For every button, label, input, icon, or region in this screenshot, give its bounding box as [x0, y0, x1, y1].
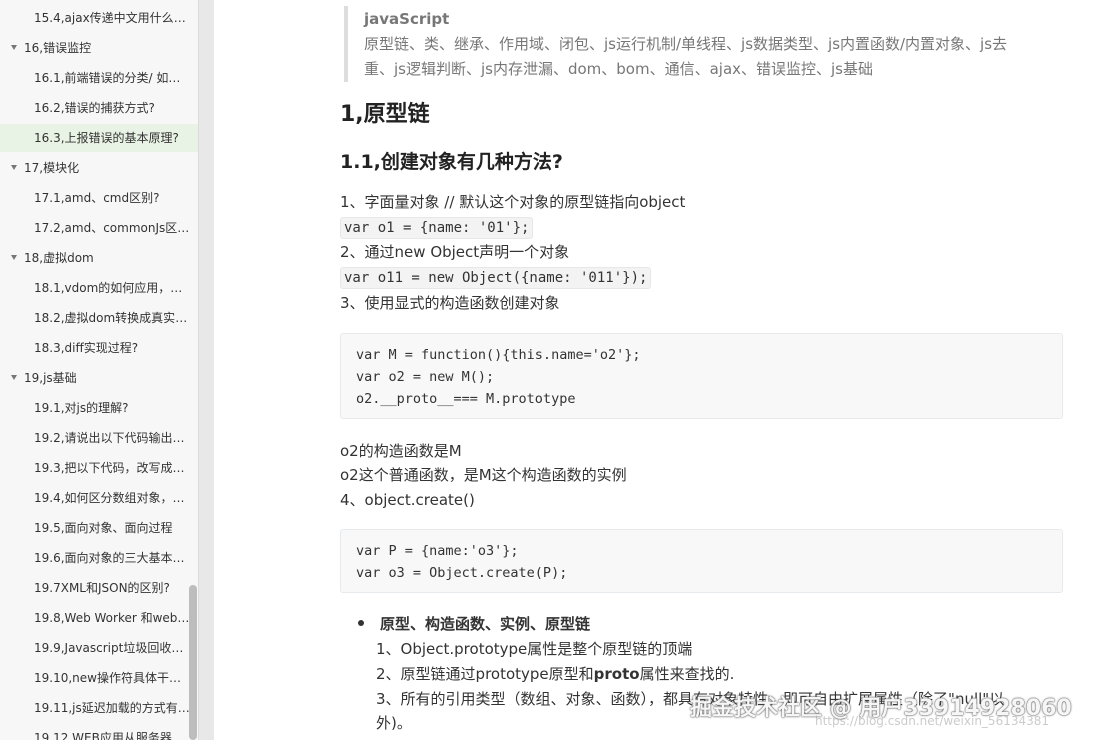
toc-item[interactable]: 19.10,new操作符具体干了... [0, 664, 198, 692]
inline-code-o1: var o1 = {name: '01'}; [340, 217, 534, 239]
toc-item-label: 16.3,上报错误的基本原理? [34, 131, 179, 145]
toc-item-label: 19.1,对js的理解? [34, 401, 129, 415]
code-line: o2.__proto__=== M.prototype [356, 391, 576, 407]
toc-item-label: 16.2,错误的捕获方式? [34, 101, 155, 115]
inline-code-o11: var o11 = new Object({name: '011'}); [340, 267, 652, 289]
toc-item-label: 19.12,WEB应用从服务器主... [34, 731, 196, 740]
toc-item[interactable]: 16.2,错误的捕获方式? [0, 94, 198, 122]
toc-item[interactable]: 19.7XML和JSON的区别? [0, 574, 198, 602]
toc-item[interactable]: 19.1,对js的理解? [0, 394, 198, 422]
toc-item[interactable]: 17.2,amd、commonJs区别... [0, 214, 198, 242]
toc-item[interactable]: 15.4,ajax传递中文用什么方... [0, 4, 198, 32]
toc-item[interactable]: 18.3,diff实现过程? [0, 334, 198, 362]
toc-item-label: 19.5,面向对象、面向过程 [34, 521, 173, 535]
paragraph-o2-constructor: o2的构造函数是M [340, 442, 462, 460]
toc-item-label: 17,模块化 [24, 161, 80, 175]
toc-item[interactable]: 16.1,前端错误的分类/ 如何... [0, 64, 198, 92]
list-item-line-2: 2、原型链通过prototype原型和proto属性来查找的. [376, 662, 734, 686]
toc-item-label: 19.9,Javascript垃圾回收方... [34, 641, 195, 655]
sidebar-scrollbar-thumb[interactable] [189, 585, 197, 740]
blockquote-title: javaScript [364, 10, 450, 28]
code-line: var M = function(){this.name='o2'}; [356, 347, 641, 363]
toc-item-label: 19.4,如何区分数组对象，普... [34, 491, 196, 505]
toc-item-label: 16,错误监控 [24, 41, 92, 55]
li2-post: 属性来查找的. [639, 665, 735, 683]
heading-create-object: 1.1,创建对象有几种方法? [340, 151, 563, 173]
document-content: javaScript 原型链、类、继承、作用域、闭包、js运行机制/单线程、js… [214, 0, 1102, 740]
toc-item[interactable]: 19.8,Web Worker 和webS... [0, 604, 198, 632]
toc-item[interactable]: 17.1,amd、cmd区别? [0, 184, 198, 212]
blockquote-line-2: 重、js逻辑判断、js内存泄漏、dom、bom、通信、ajax、错误监控、js基… [364, 60, 873, 78]
code-block-object-create: var P = {name:'o3'}; var o3 = Object.cre… [340, 529, 1063, 593]
toc-item[interactable]: 19.2,请说出以下代码输出的... [0, 424, 198, 452]
toc-item-label: 18.3,diff实现过程? [34, 341, 139, 355]
toc-item-label: 19,js基础 [24, 371, 77, 385]
list-item-line-1: 1、Object.prototype属性是整个原型链的顶端 [376, 640, 693, 658]
watermark-url: https://blog.csdn.net/weixin_56134381 [815, 714, 1050, 728]
toc-item-label: 15.4,ajax传递中文用什么方... [34, 11, 198, 25]
list-item-title: 原型、构造函数、实例、原型链 [380, 615, 591, 633]
toc-item[interactable]: 17,模块化 [0, 154, 198, 182]
toc-item-label: 19.10,new操作符具体干了... [34, 671, 193, 685]
toc-item[interactable]: 19.12,WEB应用从服务器主... [0, 724, 198, 740]
toc-item[interactable]: 19,js基础 [0, 364, 198, 392]
toc-item-label: 18,虚拟dom [24, 251, 94, 265]
paragraph-constructor: 3、使用显式的构造函数创建对象 [340, 294, 560, 312]
paragraph-new-object: 2、通过new Object声明一个对象 [340, 243, 570, 261]
code-line: var o2 = new M(); [356, 369, 495, 385]
paragraph-o2-instance: o2这个普通函数，是M这个构造函数的实例 [340, 466, 627, 484]
sidebar-splitter[interactable] [198, 0, 214, 740]
toc-item[interactable]: 19.9,Javascript垃圾回收方... [0, 634, 198, 662]
toc-item-label: 18.2,虚拟dom转换成真实d... [34, 311, 195, 325]
intro-blockquote: javaScript 原型链、类、继承、作用域、闭包、js运行机制/单线程、js… [344, 6, 1049, 82]
li2-pre: 2、原型链通过prototype原型和 [376, 665, 594, 683]
caret-down-icon[interactable] [11, 255, 17, 260]
code-line: var P = {name:'o3'}; [356, 543, 519, 559]
li2-bold: proto [593, 665, 640, 683]
caret-down-icon[interactable] [11, 165, 17, 170]
toc-item-label: 17.1,amd、cmd区别? [34, 191, 160, 205]
toc-item[interactable]: 16.3,上报错误的基本原理? [0, 124, 198, 152]
toc-item-label: 18.1,vdom的如何应用，核... [34, 281, 194, 295]
caret-down-icon[interactable] [11, 45, 17, 50]
heading-prototype-chain: 1,原型链 [340, 102, 430, 127]
toc-item-label: 19.11,js延迟加载的方式有哪... [34, 701, 198, 715]
code-line: var o3 = Object.create(P); [356, 565, 568, 581]
toc-item-label: 19.8,Web Worker 和webS... [34, 611, 197, 625]
list-item-line-4: 外)。 [376, 714, 412, 732]
toc-item[interactable]: 19.6,面向对象的三大基本特性 [0, 544, 198, 572]
caret-down-icon[interactable] [11, 375, 17, 380]
toc-item[interactable]: 19.3,把以下代码，改写成依... [0, 454, 198, 482]
paragraph-object-create: 4、object.create() [340, 491, 475, 509]
toc-item-label: 16.1,前端错误的分类/ 如何... [34, 71, 192, 85]
toc-item[interactable]: 18.1,vdom的如何应用，核... [0, 274, 198, 302]
toc-sidebar: 15.4,ajax传递中文用什么方... 16,错误监控 16.1,前端错误的分类/… [0, 0, 198, 740]
toc-item[interactable]: 18,虚拟dom [0, 244, 198, 272]
toc-item-label: 17.2,amd、commonJs区别... [34, 221, 198, 235]
toc-item[interactable]: 18.2,虚拟dom转换成真实d... [0, 304, 198, 332]
toc-item-label: 19.3,把以下代码，改写成依... [34, 461, 196, 475]
toc-item[interactable]: 19.11,js延迟加载的方式有哪... [0, 694, 198, 722]
toc-item-label: 19.7XML和JSON的区别? [34, 581, 170, 595]
toc-item[interactable]: 19.5,面向对象、面向过程 [0, 514, 198, 542]
bullet-dot-icon [358, 620, 364, 626]
toc-item[interactable]: 19.4,如何区分数组对象，普... [0, 484, 198, 512]
blockquote-line-1: 原型链、类、继承、作用域、闭包、js运行机制/单线程、js数据类型、js内置函数… [364, 35, 1008, 53]
toc-item-label: 19.2,请说出以下代码输出的... [34, 431, 196, 445]
toc-item[interactable]: 16,错误监控 [0, 34, 198, 62]
toc-item-label: 19.6,面向对象的三大基本特性 [34, 551, 197, 565]
code-block-constructor: var M = function(){this.name='o2'}; var … [340, 333, 1063, 419]
paragraph-literal-object: 1、字面量对象 // 默认这个对象的原型链指向object [340, 193, 686, 211]
